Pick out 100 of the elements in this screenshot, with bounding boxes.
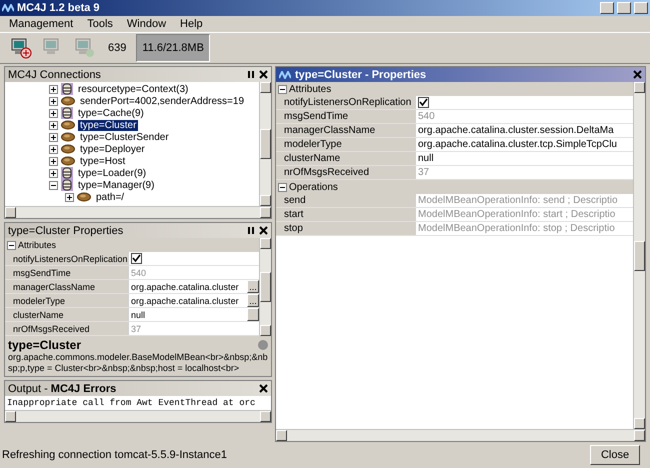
editor-button[interactable]: ... <box>247 280 259 293</box>
bean-icon <box>77 192 91 202</box>
property-value[interactable]: null <box>131 310 146 320</box>
property-name: nrOfMsgsReceived <box>276 166 416 179</box>
menu-item[interactable]: Window <box>120 18 174 30</box>
property-value: ModelMBeanOperationInfo: send ; Descriptio <box>418 195 618 206</box>
property-name: nrOfMsgsReceived <box>5 322 129 335</box>
close-icon[interactable] <box>259 226 268 235</box>
tree-item[interactable]: resourcetype=Context(3) <box>76 84 190 94</box>
expand-icon[interactable] <box>49 144 58 154</box>
tree-item[interactable]: type=Deployer <box>78 144 147 154</box>
property-value[interactable]: org.apache.catalina.cluster <box>131 282 239 292</box>
maximize-button[interactable] <box>617 2 631 14</box>
scrollbar[interactable] <box>259 82 271 206</box>
property-value: 540 <box>131 268 146 278</box>
close-button[interactable] <box>634 2 648 14</box>
database-icon <box>61 83 73 95</box>
property-value[interactable]: org.apache.catalina.cluster.tcp.SimpleTcpClu <box>418 139 617 150</box>
window-title: MC4J 1.2 beta 9 <box>17 2 101 14</box>
description-title: type=Cluster <box>8 338 82 352</box>
database-icon <box>61 107 73 119</box>
expand-icon[interactable] <box>49 156 58 166</box>
pin-icon[interactable] <box>247 226 255 235</box>
property-name: clusterName <box>276 152 416 165</box>
close-icon[interactable] <box>633 70 642 79</box>
property-name: managerClassName <box>276 124 416 137</box>
panel-title: type=Cluster - Properties <box>295 68 428 80</box>
property-value[interactable]: null <box>418 153 434 164</box>
property-name: modelerType <box>276 138 416 151</box>
section-title: Attributes <box>289 84 332 94</box>
panel-title: MC4J Connections <box>8 68 102 80</box>
menu-item[interactable]: Management <box>2 18 80 30</box>
tree-item[interactable]: type=Cluster <box>78 120 138 130</box>
editor-button[interactable] <box>247 308 259 321</box>
menu-item[interactable]: Help <box>173 18 210 30</box>
scrollbar[interactable] <box>259 238 271 336</box>
tree-item[interactable]: type=Host <box>78 156 128 166</box>
bean-icon <box>61 144 75 154</box>
tree-item[interactable]: path=/ <box>94 192 126 202</box>
property-name: stop <box>276 222 416 235</box>
property-name: notifyListenersOnReplication <box>276 96 416 109</box>
database-icon <box>61 167 73 179</box>
bean-icon <box>61 156 75 166</box>
section-title: Attributes <box>18 240 56 250</box>
database-icon <box>61 179 73 191</box>
expand-icon[interactable] <box>49 96 58 106</box>
tree-item[interactable]: senderPort=4002,senderAddress=19 <box>78 96 246 106</box>
expand-icon[interactable] <box>49 132 58 142</box>
scrollbar[interactable] <box>633 82 645 429</box>
menu-item[interactable]: Tools <box>80 18 120 30</box>
computer-icon <box>10 37 32 59</box>
description-text: org.apache.commons.modeler.BaseModelMBean<br>&nbsp;&nbsp;p,type = Cluster<br>&nbsp;&nbsp;host = localhost<br> <box>8 352 268 374</box>
expand-icon[interactable] <box>49 120 58 130</box>
pin-icon[interactable] <box>247 70 255 79</box>
property-name: start <box>276 208 416 221</box>
checkbox[interactable] <box>418 97 429 108</box>
minimize-button[interactable] <box>600 2 614 14</box>
property-name: notifyListenersOnReplication <box>5 252 129 265</box>
checkbox[interactable] <box>131 253 142 264</box>
collapse-icon[interactable] <box>49 180 58 190</box>
scrollbar[interactable] <box>276 429 645 441</box>
property-value: ModelMBeanOperationInfo: start ; Descriptio <box>418 209 616 220</box>
bean-icon <box>61 96 75 106</box>
editor-button[interactable]: ... <box>247 294 259 307</box>
property-value: ModelMBeanOperationInfo: stop ; Descriptio <box>418 223 615 234</box>
collapse-icon[interactable] <box>278 84 287 94</box>
expand-icon[interactable] <box>49 108 58 118</box>
status-text: Refreshing connection tomcat-5.5.9-Instance1 <box>2 449 228 461</box>
tree-item[interactable]: type=ClusterSender <box>78 132 171 142</box>
logo-icon <box>2 4 14 12</box>
property-value: 37 <box>131 324 142 334</box>
bean-icon <box>61 120 75 130</box>
expand-icon[interactable] <box>49 84 58 94</box>
panel-title: type=Cluster Properties <box>8 224 124 236</box>
property-value: 37 <box>418 167 430 178</box>
collapse-icon[interactable] <box>7 240 16 250</box>
close-icon[interactable] <box>259 384 268 393</box>
memory-indicator[interactable]: 11.6/21.8MB <box>136 34 210 62</box>
property-name: send <box>276 194 416 207</box>
property-name: msgSendTime <box>276 110 416 123</box>
expand-icon[interactable] <box>65 192 74 202</box>
computer-icon <box>74 37 96 59</box>
property-value[interactable]: org.apache.catalina.cluster.session.DeltaMa <box>418 125 614 136</box>
tree-item[interactable]: type=Cache(9) <box>76 108 146 118</box>
property-value[interactable]: org.apache.catalina.cluster <box>131 296 239 306</box>
logo-icon <box>279 70 291 78</box>
bean-icon <box>61 132 75 142</box>
property-name: modelerType <box>5 294 129 307</box>
close-button[interactable]: Close <box>590 445 640 465</box>
close-icon[interactable] <box>259 70 268 79</box>
tree-item[interactable]: type=Manager(9) <box>76 180 156 190</box>
tree-item[interactable]: type=Loader(9) <box>76 168 148 178</box>
collapse-icon[interactable] <box>278 182 287 192</box>
mbean-count: 639 <box>107 42 128 54</box>
property-name: clusterName <box>5 308 129 321</box>
panel-title: Output - MC4J Errors <box>8 382 118 394</box>
status-icon <box>258 340 268 350</box>
expand-icon[interactable] <box>49 168 58 178</box>
scrollbar[interactable] <box>5 410 271 422</box>
scrollbar[interactable] <box>5 206 271 218</box>
